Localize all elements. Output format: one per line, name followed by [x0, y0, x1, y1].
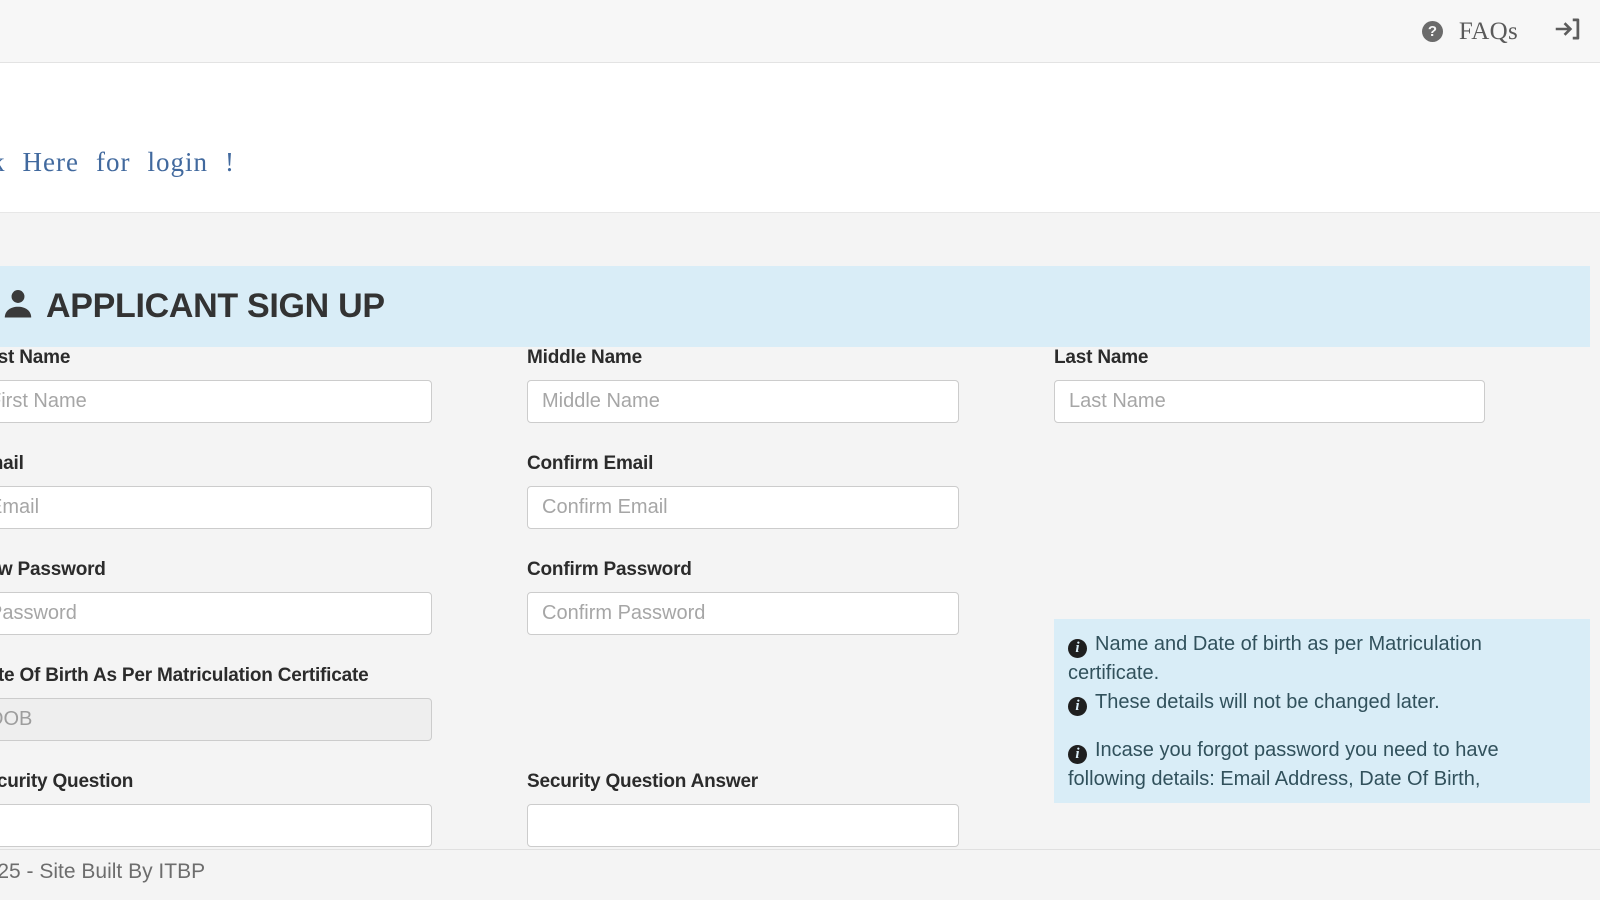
- confirm-password-input[interactable]: [527, 592, 959, 635]
- info-box-identity-details: i Name and Date of birth as per Matricula…: [1054, 619, 1590, 730]
- last-name-input[interactable]: [1054, 380, 1485, 423]
- field-last-name: Last Name: [1054, 347, 1485, 423]
- login-prompt-band: ck Herefor login!: [0, 63, 1600, 213]
- first-name-input[interactable]: [0, 380, 432, 423]
- dob-input[interactable]: [0, 698, 432, 741]
- info-circle-icon: i: [1068, 745, 1087, 764]
- question-circle-icon: ?: [1421, 21, 1443, 42]
- topbar-actions: ? FAQs: [1421, 0, 1582, 63]
- field-email: Email: [0, 453, 432, 529]
- info-line: i These details will not be changed later…: [1068, 688, 1576, 717]
- field-security-question: Security Question: [0, 771, 432, 847]
- faqs-link[interactable]: ? FAQs: [1421, 17, 1518, 46]
- login-link-word-4: login: [147, 147, 208, 177]
- middle-name-input[interactable]: [527, 380, 959, 423]
- form-row: Email Confirm Email: [0, 453, 1600, 559]
- field-security-question-answer: Security Question Answer: [527, 771, 959, 847]
- field-label: First Name: [0, 347, 71, 368]
- page-footer: 2025 - Site Built By ITBP: [0, 849, 1600, 900]
- field-label: Confirm Email: [527, 453, 654, 474]
- info-circle-icon: i: [1068, 697, 1087, 716]
- field-label: New Password: [0, 559, 106, 580]
- page-body: APPLICANT SIGN UP First Name Middle Name…: [0, 214, 1600, 849]
- field-confirm-password: Confirm Password: [527, 559, 959, 635]
- info-line-text: Incase you forgot password you need to h…: [1068, 739, 1499, 790]
- field-date-of-birth: Date Of Birth As Per Matriculation Certi…: [0, 665, 432, 741]
- signup-panel-header: APPLICANT SIGN UP: [0, 266, 1590, 347]
- user-icon: [0, 286, 36, 327]
- field-first-name: First Name: [0, 347, 432, 423]
- info-box-forgot-password: i Incase you forgot password you need to …: [1054, 725, 1590, 803]
- faqs-label: FAQs: [1458, 17, 1518, 45]
- login-link-word-1: ck: [0, 147, 5, 177]
- page-title: APPLICANT SIGN UP: [46, 287, 385, 325]
- email-input[interactable]: [0, 486, 432, 529]
- field-label: Last Name: [1054, 347, 1149, 368]
- login-link-word-3: for: [95, 147, 131, 177]
- field-middle-name: Middle Name: [527, 347, 959, 423]
- field-label: Security Question: [0, 771, 134, 792]
- field-label: Middle Name: [527, 347, 642, 368]
- info-line: i Incase you forgot password you need to …: [1068, 736, 1576, 794]
- form-row: First Name Middle Name Last Name: [0, 347, 1600, 453]
- info-line: i Name and Date of birth as per Matricula…: [1068, 630, 1576, 688]
- login-link[interactable]: ck Herefor login!: [0, 147, 235, 178]
- field-new-password: New Password: [0, 559, 432, 635]
- new-password-input[interactable]: [0, 592, 432, 635]
- field-label: Confirm Password: [527, 559, 692, 580]
- footer-copyright: 2025 - Site Built By ITBP: [0, 860, 206, 883]
- field-label: Email: [0, 453, 24, 474]
- field-confirm-email: Confirm Email: [527, 453, 959, 529]
- top-utility-bar: ? FAQs: [0, 0, 1600, 63]
- login-link-word-2: Here: [22, 147, 79, 177]
- info-circle-icon: i: [1068, 639, 1087, 658]
- confirm-email-input[interactable]: [527, 486, 959, 529]
- security-question-input[interactable]: [0, 804, 432, 847]
- field-label: Security Question Answer: [527, 771, 759, 792]
- info-line-text: Name and Date of birth as per Matriculat…: [1068, 633, 1482, 684]
- field-label: Date Of Birth As Per Matriculation Certi…: [0, 665, 369, 686]
- info-line-text: These details will not be changed later.: [1095, 691, 1440, 713]
- login-link-word-5: !: [224, 147, 235, 177]
- sign-in-icon[interactable]: [1552, 14, 1582, 49]
- security-question-answer-input[interactable]: [527, 804, 959, 847]
